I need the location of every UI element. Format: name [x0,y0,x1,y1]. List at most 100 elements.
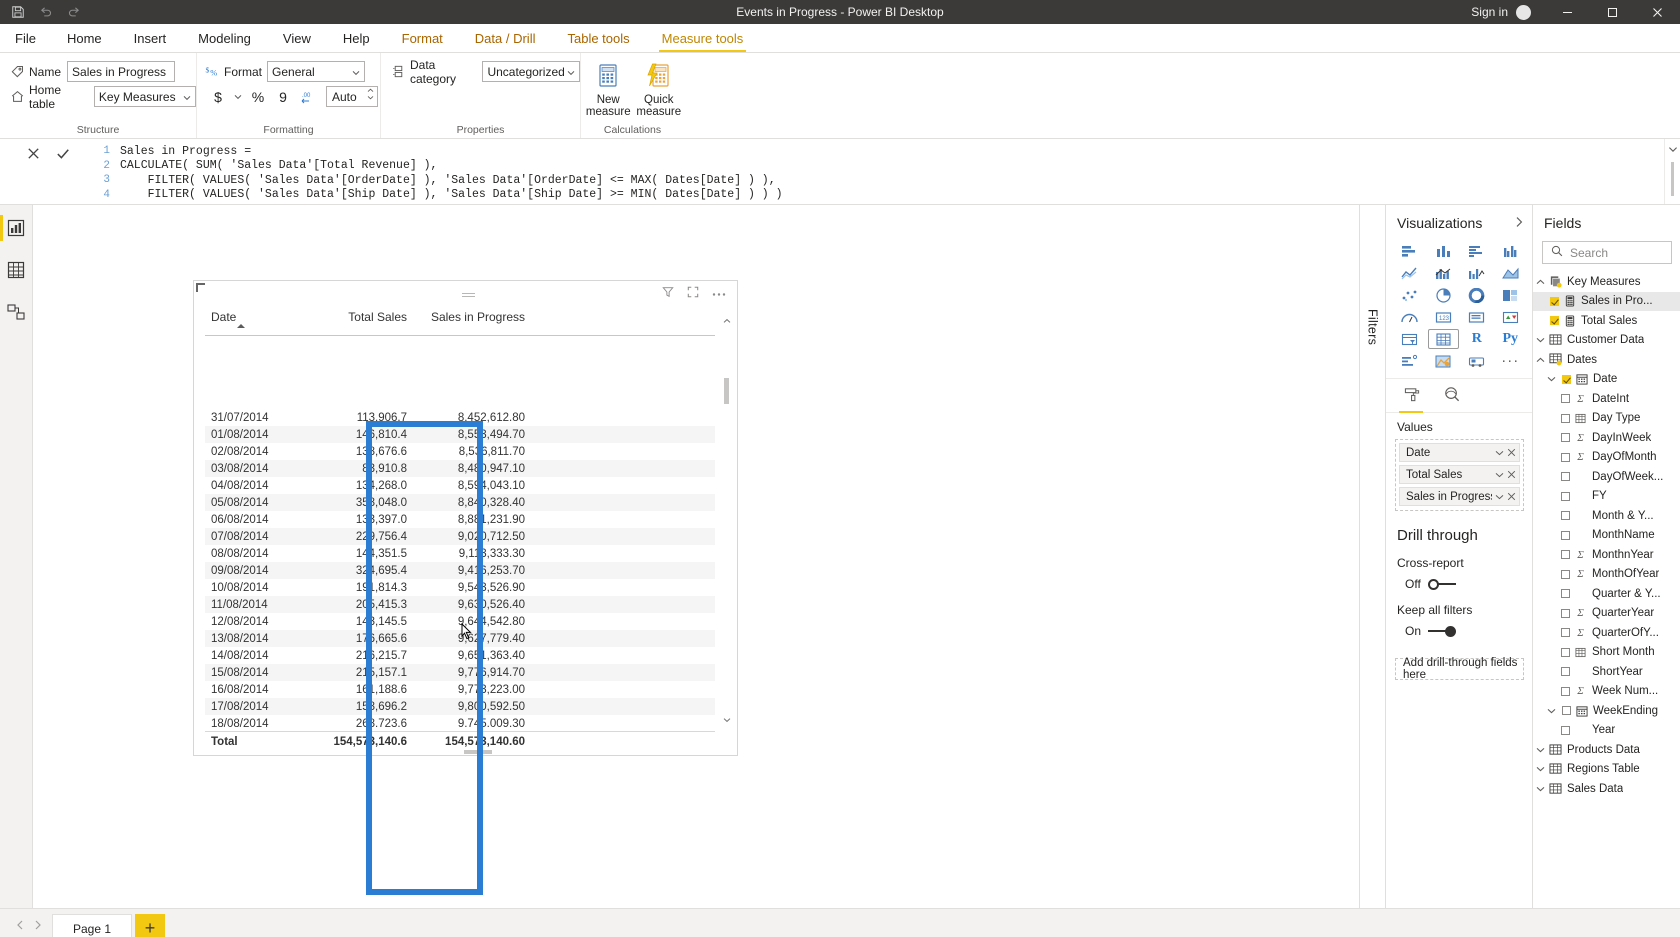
table-vertical-scrollbar[interactable] [721,315,732,725]
field-checkbox[interactable] [1558,394,1573,404]
field-checkbox[interactable] [1558,550,1573,560]
fields-item-dayofmonth[interactable]: Σ DayOfMonth [1533,448,1680,468]
sidebar-item-model-view[interactable] [0,299,33,325]
table-row[interactable]: 18/08/2014 268,723.6 9,745,009.30 [205,715,715,728]
stepper-arrows[interactable] [367,88,374,100]
formula-bar-scrollbar[interactable] [1664,139,1680,204]
fields-search-input[interactable]: Search [1570,246,1608,260]
ribbon-tab-view[interactable]: View [267,24,327,52]
card-icon[interactable] [1461,307,1493,327]
scrollbar-track[interactable] [724,326,729,714]
remove-field-icon[interactable] [1507,448,1516,457]
chevron-down-icon[interactable] [1533,747,1548,753]
chevron-right-icon[interactable] [1515,215,1524,231]
percent-format-button[interactable]: % [247,86,269,107]
fields-item-sales-data[interactable]: Sales Data [1533,779,1680,799]
new-measure-button[interactable]: New measure [583,60,634,118]
cross-report-toggle-row[interactable]: Off [1386,574,1532,601]
100-stacked-column-chart-icon[interactable] [1428,263,1460,283]
field-checkbox[interactable] [1558,667,1573,677]
decomposition-tree-icon[interactable] [1428,351,1460,371]
fields-item-date[interactable]: Date [1533,370,1680,390]
data-category-select[interactable]: Uncategorized [482,61,580,82]
scrollbar-thumb[interactable] [1671,162,1674,196]
fields-item-month-year[interactable]: Month & Y... [1533,506,1680,526]
field-checkbox[interactable] [1558,647,1573,657]
fields-item-total-sales[interactable]: Total Sales [1533,311,1680,331]
chevron-down-icon[interactable] [1495,450,1504,456]
fields-item-year[interactable]: Year [1533,721,1680,741]
fields-item-dateint[interactable]: Σ DateInt [1533,389,1680,409]
drill-through-dropzone[interactable]: Add drill-through fields here [1395,657,1524,681]
ribbon-tab-format[interactable]: Format [386,24,459,52]
field-checkbox[interactable] [1558,452,1573,462]
python-visual-icon[interactable]: Py [1495,329,1527,349]
field-chip-total-sales[interactable]: Total Sales [1399,465,1520,484]
table-horizontal-scrollbar[interactable] [464,750,492,754]
ribbon-tab-file[interactable]: File [0,24,51,52]
keep-all-filters-toggle-row[interactable]: On [1386,621,1532,648]
fields-item-sales-in-progress[interactable]: Sales in Pro... [1533,291,1680,311]
field-checkbox[interactable] [1558,725,1573,735]
minimize-button[interactable] [1545,0,1590,24]
dax-editor[interactable]: 1 Sales in Progress = 2 CALCULATE( SUM( … [96,139,1664,204]
paginated-report-icon[interactable] [1461,351,1493,371]
remove-field-icon[interactable] [1507,492,1516,501]
table-row[interactable]: 01/08/2014 146,810.4 8,553,494.70 [205,426,715,443]
filter-icon[interactable] [662,286,674,301]
table-row[interactable]: 09/08/2014 324,695.4 9,416,253.70 [205,562,715,579]
chevron-up-icon[interactable] [1533,357,1548,363]
fields-item-customer-data[interactable]: Customer Data [1533,331,1680,351]
page-tab-page-1[interactable]: Page 1 [52,914,133,937]
fields-search-box[interactable]: Search [1542,241,1672,264]
fields-item-short-month[interactable]: Short Month [1533,643,1680,663]
fields-item-quarteryear[interactable]: Σ QuarterYear [1533,604,1680,624]
field-checkbox[interactable] [1558,628,1573,638]
table-row[interactable]: 02/08/2014 138,676.6 8,536,811.70 [205,443,715,460]
fields-item-quarterofyear[interactable]: Σ QuarterOfY... [1533,623,1680,643]
cancel-formula-icon[interactable] [26,146,41,164]
quick-measure-button[interactable]: Quick measure [634,60,685,118]
fields-item-dayofweek[interactable]: DayOfWeek... [1533,467,1680,487]
more-visuals-icon[interactable]: ··· [1495,351,1527,371]
fields-item-products-data[interactable]: Products Data [1533,740,1680,760]
field-checkbox[interactable] [1558,589,1573,599]
keep-all-filters-toggle[interactable] [1428,625,1457,637]
line-stacked-column-chart-icon[interactable] [1428,285,1460,305]
100-stacked-bar-chart-icon[interactable] [1394,263,1426,283]
field-checkbox[interactable] [1559,706,1574,716]
clustered-column-chart-icon[interactable] [1495,241,1527,261]
table-row[interactable]: 10/08/2014 191,814.3 9,543,526.90 [205,579,715,596]
table-row[interactable]: 13/08/2014 176,665.6 9,627,779.40 [205,630,715,647]
currency-dropdown-icon[interactable] [232,86,244,107]
stacked-area-chart-icon[interactable] [1394,285,1426,305]
chevron-down-icon[interactable] [1533,337,1548,343]
fields-item-dates[interactable]: Dates [1533,350,1680,370]
table-row[interactable]: 06/08/2014 133,397.0 8,881,231.90 [205,511,715,528]
visual-drag-handle[interactable] [462,288,476,297]
fields-item-regions-table[interactable]: Regions Table [1533,760,1680,780]
fields-item-key-measures[interactable]: Key Measures [1533,272,1680,292]
fields-item-monthname[interactable]: MonthName [1533,526,1680,546]
column-header-total-sales[interactable]: Total Sales [293,310,413,324]
add-page-button[interactable]: + [135,914,166,937]
ribbon-tab-home[interactable]: Home [51,24,118,52]
analytics-magnifier-icon[interactable] [1443,386,1461,406]
fields-item-monthofyear[interactable]: Σ MonthOfYear [1533,565,1680,585]
more-options-icon[interactable] [712,286,726,300]
save-icon[interactable] [11,5,25,19]
table-row[interactable]: 17/08/2014 158,696.2 9,800,592.50 [205,698,715,715]
filters-pane-collapsed[interactable]: Filters [1359,205,1385,908]
field-checkbox[interactable] [1558,530,1573,540]
chevron-down-icon[interactable] [1533,766,1548,772]
table-visual[interactable]: Date Total Sales Sales in Progress 31/07… [193,280,738,756]
scroll-up-icon[interactable] [721,315,732,326]
table-row[interactable]: 05/08/2014 358,048.0 8,840,328.40 [205,494,715,511]
table-row[interactable]: 08/08/2014 144,351.5 9,113,333.30 [205,545,715,562]
gauge-chart-icon[interactable]: 123 [1428,307,1460,327]
decrease-decimals-button[interactable]: .00 [297,86,319,107]
table-row[interactable]: 14/08/2014 216,215.7 9,651,363.40 [205,647,715,664]
table-row[interactable]: 12/08/2014 143,145.5 9,644,542.80 [205,613,715,630]
fields-item-day-type[interactable]: Day Type [1533,409,1680,429]
column-header-sales-in-progress[interactable]: Sales in Progress [413,310,531,324]
